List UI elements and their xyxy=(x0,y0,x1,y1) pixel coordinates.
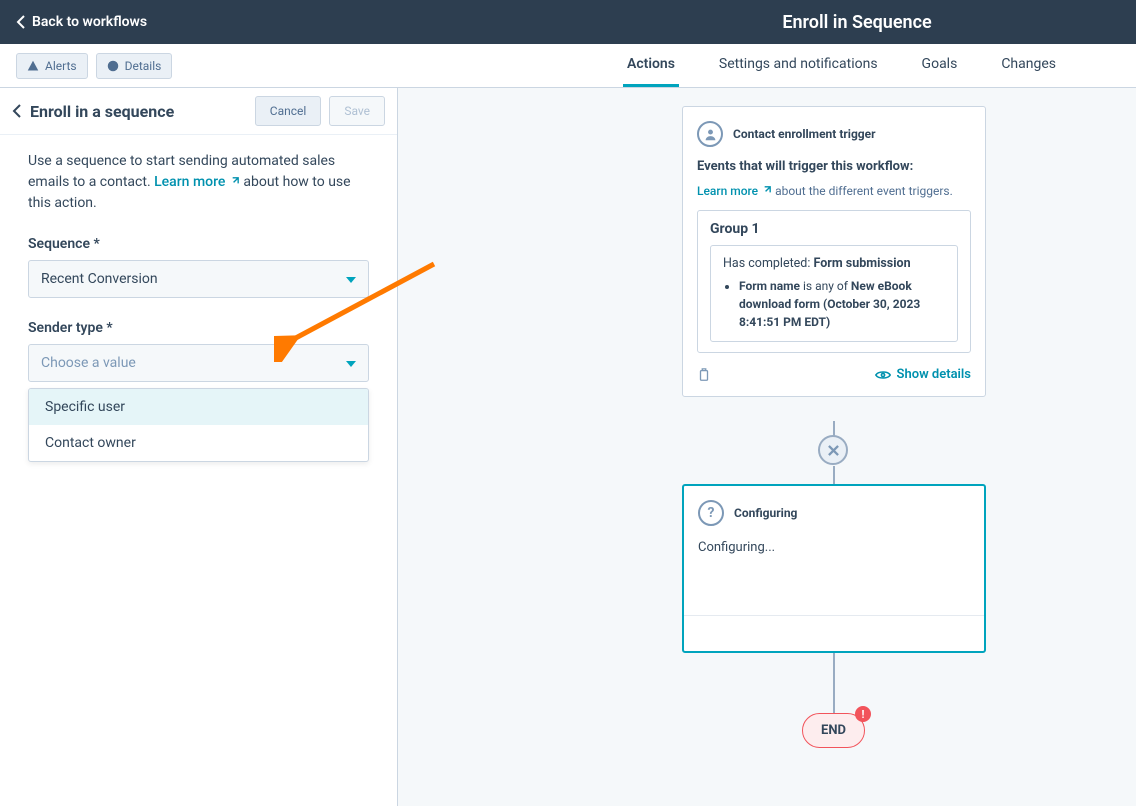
sender-type-label: Sender type * xyxy=(28,320,369,336)
enroll-card-title: Contact enrollment trigger xyxy=(733,127,876,141)
details-label: Details xyxy=(125,59,162,73)
save-button[interactable]: Save xyxy=(329,96,385,126)
panel-title: Enroll in a sequence xyxy=(30,102,174,121)
info-icon xyxy=(107,60,119,72)
details-button[interactable]: Details xyxy=(96,53,173,79)
chevron-down-icon xyxy=(346,271,356,287)
external-link-icon xyxy=(229,176,240,187)
enroll-learn-more: Learn more about the different event tri… xyxy=(697,184,971,198)
sender-type-dropdown: Specific user Contact owner xyxy=(28,388,369,462)
tab-settings[interactable]: Settings and notifications xyxy=(715,44,882,87)
trigger-group: Group 1 Has completed: Form submission F… xyxy=(697,210,971,353)
panel-help-text: Use a sequence to start sending automate… xyxy=(28,151,369,214)
warning-icon xyxy=(27,60,39,72)
show-details-link[interactable]: Show details xyxy=(875,367,971,382)
panel-body: Use a sequence to start sending automate… xyxy=(0,135,397,478)
contact-icon xyxy=(697,121,723,147)
condition-bullet: Form name is any of New eBook download f… xyxy=(739,277,945,331)
alerts-button[interactable]: Alerts xyxy=(16,53,88,79)
main: Enroll in a sequence Cancel Save Use a s… xyxy=(0,88,1136,806)
enroll-learn-more-link[interactable]: Learn more xyxy=(697,184,772,198)
enrollment-trigger-card[interactable]: Contact enrollment trigger Events that w… xyxy=(682,106,986,397)
workflow-canvas[interactable]: Contact enrollment trigger Events that w… xyxy=(398,88,1136,806)
remove-node-button[interactable] xyxy=(818,435,848,465)
back-to-workflows-link[interactable]: Back to workflows xyxy=(16,14,147,30)
panel-back-button[interactable] xyxy=(8,102,26,120)
configuring-footer xyxy=(684,615,984,651)
tab-goals[interactable]: Goals xyxy=(918,44,962,87)
side-panel: Enroll in a sequence Cancel Save Use a s… xyxy=(0,88,398,806)
configuring-title: Configuring xyxy=(734,506,797,520)
chevron-left-icon xyxy=(12,104,22,118)
sequence-select[interactable]: Recent Conversion xyxy=(28,260,369,298)
configuring-card[interactable]: ? Configuring Configuring... xyxy=(682,484,986,653)
cancel-button[interactable]: Cancel xyxy=(255,96,322,126)
eye-icon xyxy=(875,369,891,381)
chevron-down-icon xyxy=(346,355,356,371)
sender-type-select[interactable]: Choose a value xyxy=(28,344,369,382)
tab-changes[interactable]: Changes xyxy=(997,44,1060,87)
condition-line: Has completed: Form submission xyxy=(723,256,945,271)
close-icon xyxy=(828,445,839,456)
learn-more-link[interactable]: Learn more xyxy=(154,174,240,190)
external-link-icon xyxy=(761,185,772,196)
clipboard-icon[interactable] xyxy=(697,368,711,382)
back-label: Back to workflows xyxy=(32,14,147,30)
trigger-condition: Has completed: Form submission Form name… xyxy=(710,245,958,342)
end-warning-badge: ! xyxy=(855,706,871,722)
page-title: Enroll in Sequence xyxy=(782,12,931,33)
tabs: Actions Settings and notifications Goals… xyxy=(623,44,1120,87)
question-icon: ? xyxy=(698,500,724,526)
top-header: Back to workflows Enroll in Sequence xyxy=(0,0,1136,44)
sender-type-placeholder: Choose a value xyxy=(41,355,136,371)
sequence-value: Recent Conversion xyxy=(41,271,158,287)
secondary-bar: Alerts Details Actions Settings and noti… xyxy=(0,44,1136,88)
panel-header: Enroll in a sequence Cancel Save xyxy=(0,88,397,135)
enroll-card-subtitle: Events that will trigger this workflow: xyxy=(697,159,971,174)
dropdown-option-specific-user[interactable]: Specific user xyxy=(29,389,368,425)
sequence-label: Sequence * xyxy=(28,236,369,252)
group-title: Group 1 xyxy=(710,221,958,237)
chevron-left-icon xyxy=(16,15,26,29)
alerts-label: Alerts xyxy=(45,59,77,73)
configuring-body: Configuring... xyxy=(684,540,984,615)
dropdown-option-contact-owner[interactable]: Contact owner xyxy=(29,425,368,461)
tab-actions[interactable]: Actions xyxy=(623,44,679,87)
